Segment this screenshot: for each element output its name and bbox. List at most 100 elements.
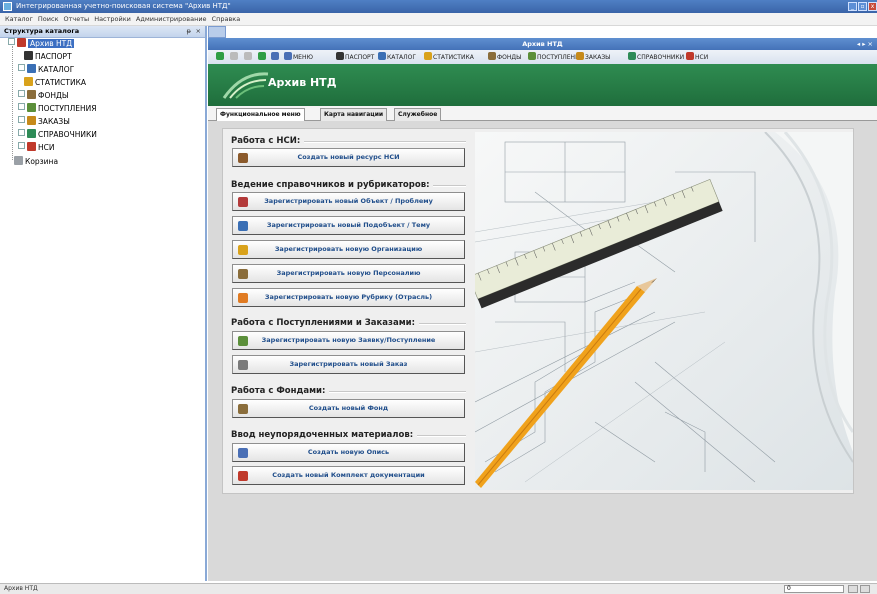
tree-item-statistics[interactable]: СТАТИСТИКА (24, 77, 86, 89)
forward-icon (230, 52, 238, 60)
section-directories-button-2[interactable]: Зарегистрировать новую Организацию (232, 240, 465, 259)
tree-item-trash[interactable]: Корзина (14, 156, 58, 168)
menu-admin[interactable]: Администрирование (136, 13, 207, 25)
toolbar-funds-button[interactable]: ФОНДЫ (488, 52, 521, 62)
section-divider (419, 323, 466, 325)
tree-item-label: ПОСТУПЛЕНИЯ (38, 104, 97, 113)
toolbar-orders-button[interactable]: ЗАКАЗЫ (576, 52, 610, 62)
tab-service[interactable]: Служебное (394, 108, 442, 121)
trash-icon (14, 156, 23, 165)
close-panel-icon[interactable]: × (196, 26, 201, 37)
section-directories-button-0[interactable]: Зарегистрировать новый Объект / Проблему (232, 192, 465, 211)
section-receipts-orders-button-0[interactable]: Зарегистрировать новую Заявку/Поступлени… (232, 331, 465, 350)
funds-icon (27, 90, 36, 99)
toolbar-menu-button[interactable]: МЕНЮ (284, 52, 313, 62)
maximize-button[interactable]: ▫ (858, 2, 867, 11)
nsi-icon (27, 142, 36, 151)
expand-toggle-icon[interactable] (18, 64, 25, 71)
section-unordered-materials-button-1[interactable]: Создать новый Комплект документации (232, 466, 465, 485)
menu-icon (284, 52, 292, 60)
section-nsi-title: Работа с НСИ: (231, 136, 301, 146)
section-nsi-button-0[interactable]: Создать новый ресурс НСИ (232, 148, 465, 167)
menu-search[interactable]: Поиск (38, 13, 59, 25)
toolbar-statistics-button[interactable]: СТАТИСТИКА (424, 52, 474, 62)
statistics-icon (24, 77, 33, 86)
action-icon (238, 269, 248, 279)
tab-functional-menu[interactable]: Функциональное меню (216, 108, 305, 121)
close-button[interactable]: x (868, 2, 877, 11)
toolbar-label: НСИ (695, 54, 709, 61)
button-label: Зарегистрировать новую Организацию (274, 245, 423, 253)
toolbar-directories-button[interactable]: СПРАВОЧНИКИ (628, 52, 684, 62)
tree-item-label: ФОНДЫ (38, 91, 69, 100)
toolbar-refresh-button[interactable] (258, 52, 267, 62)
toolbar-label: КАТАЛОГ (387, 54, 417, 61)
menu-catalog[interactable]: Каталог (5, 13, 33, 25)
pin-icon[interactable]: ᵽ (187, 26, 191, 37)
section-funds-button-0[interactable]: Создать новый Фонд (232, 399, 465, 418)
toolbar-nsi-button[interactable]: НСИ (686, 52, 708, 62)
tree-item-passport[interactable]: ПАСПОРТ (24, 51, 72, 63)
toolbar-forward-button[interactable] (230, 52, 239, 62)
document-nav-arrows[interactable]: ◂ ▸ × (857, 38, 873, 50)
menu-reports[interactable]: Отчеты (64, 13, 90, 25)
section-unordered-materials-button-0[interactable]: Создать новую Опись (232, 443, 465, 462)
menu-bar: Каталог Поиск Отчеты Настройки Администриров… (0, 13, 877, 26)
status-button-1[interactable] (848, 585, 858, 593)
blueprint-illustration (475, 132, 853, 490)
minimize-button[interactable]: _ (848, 2, 857, 11)
section-receipts-orders-button-1[interactable]: Зарегистрировать новый Заказ (232, 355, 465, 374)
tree-item-receipts[interactable]: ПОСТУПЛЕНИЯ (18, 103, 96, 115)
toolbar-disabled-button[interactable] (244, 52, 253, 62)
expand-toggle-icon[interactable] (18, 142, 25, 149)
expand-toggle-icon[interactable] (18, 116, 25, 123)
expand-toggle-icon[interactable] (18, 90, 25, 97)
toolbar-label: ФОНДЫ (497, 54, 522, 61)
tree-item-archive[interactable]: Архив НТД (8, 38, 75, 50)
catalog-icon (27, 64, 36, 73)
button-label: Зарегистрировать новую Заявку/Поступлени… (261, 336, 436, 344)
tree-item-orders[interactable]: ЗАКАЗЫ (18, 116, 70, 128)
section-directories-button-3[interactable]: Зарегистрировать новую Персоналию (232, 264, 465, 283)
toolbar-catalog-button[interactable]: КАТАЛОГ (378, 52, 416, 62)
toolbar-back-button[interactable] (216, 52, 225, 62)
status-button-2[interactable] (860, 585, 870, 593)
receipts-icon (27, 103, 36, 112)
toolbar-save-button[interactable] (271, 52, 280, 62)
toolbar-label: СТАТИСТИКА (433, 54, 474, 61)
window-title: Интегрированная учетно-поисковая система… (16, 2, 231, 10)
expand-toggle-icon[interactable] (18, 129, 25, 136)
button-label: Зарегистрировать новый Заказ (289, 360, 408, 368)
tree-item-catalog[interactable]: КАТАЛОГ (18, 64, 74, 76)
tree-item-label: СПРАВОЧНИКИ (38, 130, 97, 139)
section-directories-button-1[interactable]: Зарегистрировать новый Подобъект / Тему (232, 216, 465, 235)
tab-navigation-map[interactable]: Карта навигации (320, 108, 388, 121)
action-icon (238, 336, 248, 346)
passport-icon (24, 51, 33, 60)
tree-item-directories[interactable]: СПРАВОЧНИКИ (18, 129, 97, 141)
tree-item-label: ЗАКАЗЫ (38, 117, 70, 126)
tree-line (12, 46, 13, 160)
button-label: Создать новый Комплект документации (272, 471, 425, 479)
tree-item-funds[interactable]: ФОНДЫ (18, 90, 68, 102)
menu-settings[interactable]: Настройки (94, 13, 131, 25)
action-icon (238, 245, 248, 255)
window-title-bar: Интегрированная учетно-поисковая система… (0, 0, 877, 13)
toolbar-passport-button[interactable]: ПАСПОРТ (336, 52, 374, 62)
orders-icon (576, 52, 584, 60)
catalog-structure-panel: Структура каталога ᵽ × Архив НТД ПАСПОРТ К… (0, 26, 207, 581)
button-label: Зарегистрировать новую Рубрику (Отрасль) (264, 293, 433, 301)
toolbar-label: ЗАКАЗЫ (585, 54, 611, 61)
expand-toggle-icon[interactable] (18, 103, 25, 110)
expand-toggle-icon[interactable] (8, 38, 15, 45)
document-title: Архив НТД (522, 40, 563, 48)
app-icon (3, 2, 12, 11)
section-directories-button-4[interactable]: Зарегистрировать новую Рубрику (Отрасль) (232, 288, 465, 307)
toolbar-label: МЕНЮ (293, 54, 313, 61)
menu-help[interactable]: Справка (212, 13, 241, 25)
document-tab-icon[interactable] (208, 26, 226, 38)
app-header: Архив НТД (208, 64, 877, 106)
statistics-icon (424, 52, 432, 60)
tree-item-nsi[interactable]: НСИ (18, 142, 55, 154)
section-funds-title: Работа с Фондами: (231, 386, 326, 396)
